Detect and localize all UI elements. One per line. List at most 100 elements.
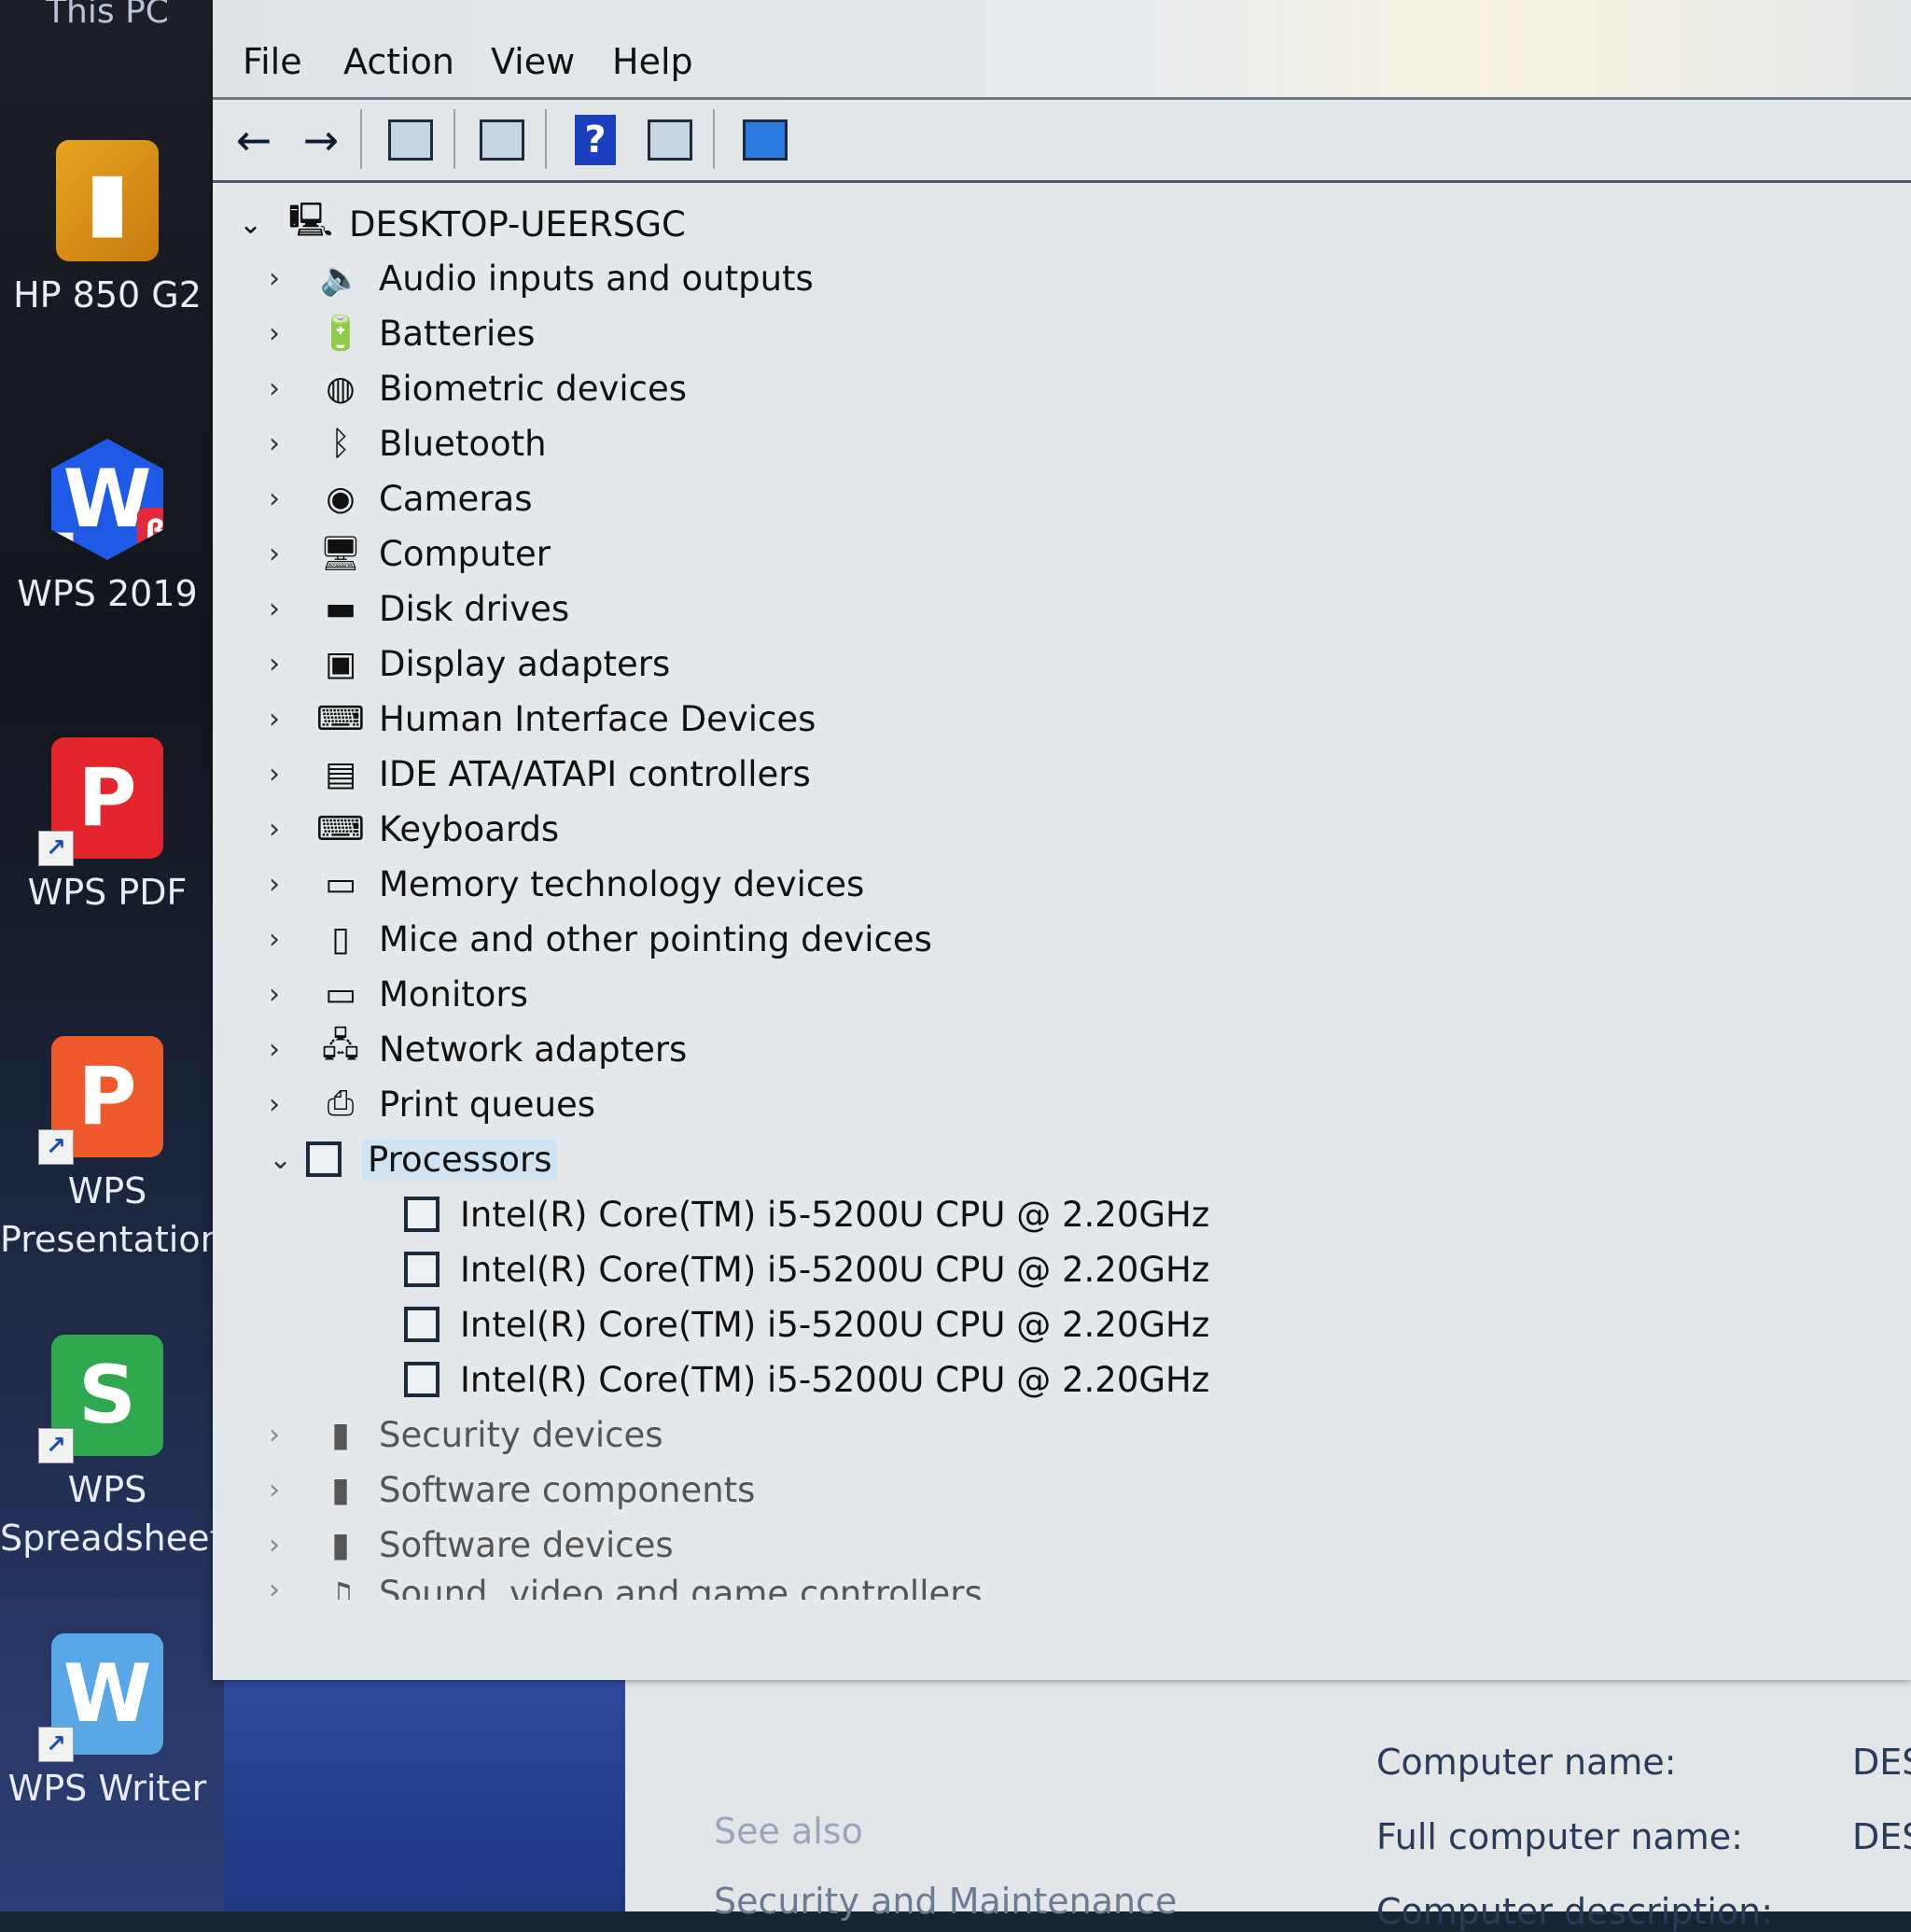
background-window-sidebar	[224, 1680, 625, 1911]
desktop-icon-wps-2019[interactable]: Wβ ↗ WPS 2019	[0, 439, 215, 618]
tree-category-4[interactable]: › ◉ Cameras	[269, 472, 532, 525]
full-computer-name-label: Full computer name:	[1376, 1816, 1743, 1857]
chevron-right-icon[interactable]: ›	[269, 923, 306, 956]
tree-category-after-1[interactable]: › ▮ Software components	[269, 1463, 755, 1516]
tree-category-12[interactable]: › ▯ Mice and other pointing devices	[269, 913, 932, 965]
device-manager-window: File Action View Help ← → ? ⌄ 🖳 DESKTOP-…	[213, 0, 1911, 1680]
menu-help[interactable]: Help	[612, 41, 693, 82]
tree-category-7[interactable]: › ▣ Display adapters	[269, 637, 670, 690]
fingerprint-icon: ◍	[326, 369, 356, 408]
tree-category-13[interactable]: › ▭ Monitors	[269, 968, 528, 1020]
menu-view[interactable]: View	[491, 41, 575, 82]
wps-spreadsheets-icon: S ↗	[38, 1335, 163, 1463]
tree-category-3[interactable]: › ᛒ Bluetooth	[269, 417, 547, 469]
tree-category-11[interactable]: › ▭ Memory technology devices	[269, 858, 864, 910]
desktop-icon-hp-850-g2[interactable]: ▮ HP 850 G2	[0, 140, 215, 319]
system-properties-panel: See also Security and Maintenance Comput…	[625, 1680, 1911, 1932]
chevron-right-icon[interactable]: ›	[269, 483, 306, 515]
processor-icon	[404, 1197, 439, 1232]
chevron-right-icon[interactable]: ›	[269, 538, 306, 570]
tree-category-10[interactable]: › ⌨ Keyboards	[269, 803, 559, 855]
chevron-right-icon[interactable]: ›	[269, 1088, 306, 1121]
wps-pdf-icon: P ↗	[38, 737, 163, 866]
menu-action[interactable]: Action	[343, 41, 454, 82]
desktop-icon-wps-pdf[interactable]: P ↗ WPS PDF	[0, 737, 215, 917]
speaker-icon: 🔈	[319, 259, 362, 298]
processor-item[interactable]: Intel(R) Core(TM) i5-5200U CPU @ 2.20GHz	[404, 1353, 1209, 1406]
chevron-right-icon[interactable]: ›	[269, 1474, 306, 1506]
computer-root-icon: 🖳	[287, 201, 334, 240]
tree-category-14[interactable]: › 🖧 Network adapters	[269, 1023, 687, 1075]
sound-icon: ♫	[325, 1575, 356, 1601]
memory-icon: ▭	[324, 864, 356, 903]
desktop-icon-wps-spreadsheets[interactable]: S ↗ WPS Spreadsheets	[0, 1335, 242, 1562]
tree-category-0[interactable]: › 🔈 Audio inputs and outputs	[269, 252, 814, 304]
tree-category-after-0[interactable]: › ▮ Security devices	[269, 1408, 663, 1461]
back-button[interactable]: ←	[226, 113, 282, 167]
properties-icon	[480, 119, 524, 161]
toolbar-separator	[453, 109, 455, 169]
chevron-right-icon[interactable]: ›	[269, 262, 306, 295]
tree-category-processors[interactable]: ⌄ Processors	[269, 1133, 558, 1185]
tree-category-15[interactable]: › ⎙ Print queues	[269, 1078, 595, 1130]
shortcut-arrow-icon: ↗	[38, 1428, 74, 1463]
this-pc-label[interactable]: This PC	[0, 0, 215, 31]
show-hide-console-tree-button[interactable]	[383, 113, 439, 167]
tree-category-after-3[interactable]: › ♫ Sound, video and game controllers	[269, 1574, 983, 1600]
forward-arrow-icon: →	[302, 115, 340, 165]
beta-badge: β	[137, 508, 163, 554]
processor-icon	[404, 1252, 439, 1287]
mouse-icon: ▯	[331, 919, 350, 959]
tree-category-8[interactable]: › ⌨ Human Interface Devices	[269, 693, 816, 745]
security-maintenance-link[interactable]: Security and Maintenance	[714, 1881, 1177, 1922]
scan-hardware-changes-button[interactable]	[735, 113, 795, 167]
wps-presentation-icon: P ↗	[38, 1036, 163, 1165]
computer-name-value: DES	[1852, 1742, 1911, 1783]
desktop-icon-wps-writer[interactable]: W ↗ WPS Writer	[0, 1633, 215, 1813]
processor-item[interactable]: Intel(R) Core(TM) i5-5200U CPU @ 2.20GHz	[404, 1188, 1209, 1240]
toolbar-separator	[360, 109, 362, 169]
chevron-right-icon[interactable]: ›	[269, 703, 306, 735]
chevron-right-icon[interactable]: ›	[269, 648, 306, 680]
hid-icon: ⌨	[316, 699, 365, 738]
action-pane-icon	[648, 119, 692, 161]
desktop-icon-wps-presentation[interactable]: P ↗ WPS Presentation	[0, 1036, 223, 1264]
tree-category-2[interactable]: › ◍ Biometric devices	[269, 362, 687, 414]
tree-category-1[interactable]: › 🔋 Batteries	[269, 307, 535, 359]
show-action-pane-button[interactable]	[642, 113, 698, 167]
software-device-icon: ▮	[331, 1525, 350, 1564]
chevron-right-icon[interactable]: ›	[269, 978, 306, 1011]
chevron-right-icon[interactable]: ›	[269, 1574, 306, 1600]
tree-category-6[interactable]: › ▬ Disk drives	[269, 582, 569, 635]
security-icon: ▮	[331, 1415, 350, 1454]
chevron-right-icon[interactable]: ›	[269, 1033, 306, 1066]
tree-category-5[interactable]: › 🖥 Computer	[269, 527, 551, 580]
chevron-right-icon[interactable]: ›	[269, 1529, 306, 1561]
processor-icon	[404, 1362, 439, 1397]
processor-item[interactable]: Intel(R) Core(TM) i5-5200U CPU @ 2.20GHz	[404, 1298, 1209, 1351]
menu-file[interactable]: File	[243, 41, 302, 82]
chevron-right-icon[interactable]: ›	[269, 372, 306, 405]
chevron-right-icon[interactable]: ›	[269, 427, 306, 460]
chevron-down-icon[interactable]: ⌄	[269, 1143, 306, 1176]
tree-category-9[interactable]: › ▤ IDE ATA/ATAPI controllers	[269, 748, 811, 800]
chevron-right-icon[interactable]: ›	[269, 868, 306, 901]
camera-icon: ◉	[326, 479, 356, 518]
processor-icon	[404, 1307, 439, 1342]
help-button[interactable]: ?	[567, 113, 623, 167]
forward-button[interactable]: →	[293, 113, 349, 167]
shortcut-arrow-icon: ↗	[38, 1727, 74, 1762]
chevron-right-icon[interactable]: ›	[269, 813, 306, 846]
chevron-right-icon[interactable]: ›	[269, 758, 306, 791]
processor-item[interactable]: Intel(R) Core(TM) i5-5200U CPU @ 2.20GHz	[404, 1243, 1209, 1295]
chevron-right-icon[interactable]: ›	[269, 317, 306, 350]
network-icon: 🖧	[321, 1026, 360, 1065]
chevron-right-icon[interactable]: ›	[269, 1419, 306, 1451]
tree-root[interactable]: ⌄ 🖳 DESKTOP-UEERSGC	[239, 198, 686, 250]
properties-button[interactable]	[474, 113, 530, 167]
chevron-right-icon[interactable]: ›	[269, 593, 306, 625]
device-tree: ⌄ 🖳 DESKTOP-UEERSGC › 🔈 Audio inputs and o…	[213, 183, 1911, 1676]
monitor-icon: ▭	[324, 974, 356, 1014]
ide-controller-icon: ▤	[324, 754, 356, 793]
tree-category-after-2[interactable]: › ▮ Software devices	[269, 1519, 674, 1571]
